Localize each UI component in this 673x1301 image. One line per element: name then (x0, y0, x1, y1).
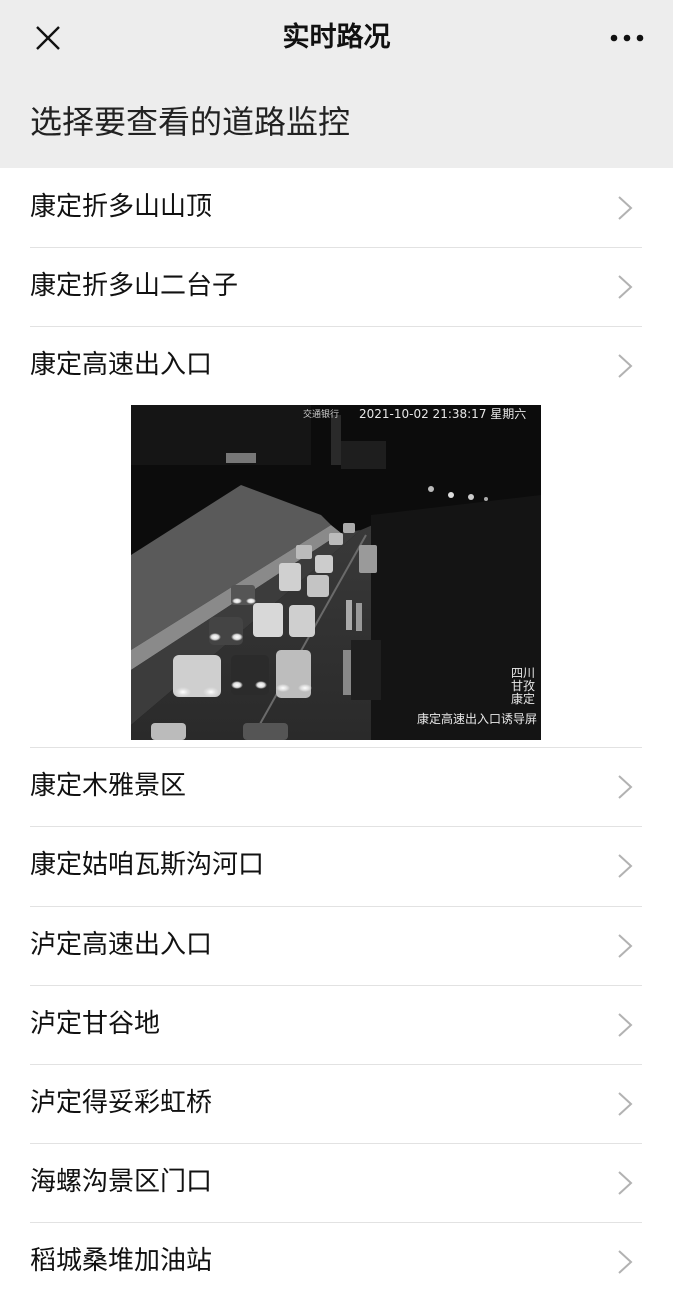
road-item-kangding-muya[interactable]: 康定木雅景区 (30, 747, 642, 826)
road-item-kangding-zheduoshan-ertaizi[interactable]: 康定折多山二台子 (30, 247, 642, 326)
close-icon (36, 26, 60, 50)
chevron-right-icon (618, 1092, 633, 1116)
page-title: 实时路况 (282, 22, 391, 53)
chevron-right-icon (618, 1250, 633, 1274)
chevron-right-icon (618, 275, 633, 299)
chevron-right-icon (618, 1013, 633, 1037)
road-item-label: 康定折多山山顶 (30, 192, 213, 222)
chevron-right-icon (618, 934, 633, 958)
more-dots-icon (610, 34, 644, 42)
camera-timestamp: 2021-10-02 21:38:17 星期六 (359, 407, 527, 421)
road-item-kangding-guzan[interactable]: 康定姑咱瓦斯沟河口 (30, 826, 642, 905)
chevron-right-icon (618, 854, 633, 878)
camera-region-label: 四川 甘孜 康定 (511, 667, 535, 706)
section-header: 选择要查看的道路监控 (0, 76, 673, 168)
top-bar: 实时路况 (0, 0, 673, 76)
chevron-right-icon (618, 196, 633, 220)
road-item-label: 泸定高速出入口 (30, 930, 213, 960)
road-item-label: 康定姑咱瓦斯沟河口 (30, 850, 265, 880)
more-button[interactable] (601, 18, 653, 58)
traffic-camera-image[interactable]: 交通银行 2021-10-02 21:38:17 星期六 四川 甘孜 康定 康定… (131, 405, 541, 740)
road-item-luding-detuo-rainbow-bridge[interactable]: 泸定得妥彩虹桥 (30, 1064, 642, 1143)
road-item-label: 康定木雅景区 (30, 771, 187, 801)
road-item-hailuogou-gate[interactable]: 海螺沟景区门口 (30, 1143, 642, 1222)
chevron-right-icon (618, 354, 633, 378)
road-item-kangding-expressway-exit[interactable]: 康定高速出入口 (30, 326, 642, 405)
road-item-kangding-zheduoshan-summit[interactable]: 康定折多山山顶 (30, 168, 642, 247)
close-button[interactable] (24, 18, 72, 58)
road-item-label: 海螺沟景区门口 (30, 1167, 213, 1197)
road-item-label: 泸定得妥彩虹桥 (30, 1088, 213, 1118)
section-header-text: 选择要查看的道路监控 (30, 103, 351, 141)
road-item-label: 泸定甘谷地 (30, 1009, 161, 1039)
chevron-right-icon (618, 1171, 633, 1195)
road-item-luding-expressway-exit[interactable]: 泸定高速出入口 (30, 906, 642, 985)
road-item-label: 稻城桑堆加油站 (30, 1246, 213, 1276)
camera-logo: 交通银行 (303, 410, 340, 420)
camera-caption: 康定高速出入口诱导屏 (416, 712, 537, 726)
road-item-label: 康定折多山二台子 (30, 271, 239, 301)
traffic-scene (131, 405, 541, 740)
chevron-right-icon (618, 775, 633, 799)
camera-region-line: 康定 (511, 692, 536, 706)
road-item-luding-gangudi[interactable]: 泸定甘谷地 (30, 985, 642, 1064)
road-item-daocheng-sangdui-gas-station[interactable]: 稻城桑堆加油站 (30, 1222, 642, 1301)
road-item-label: 康定高速出入口 (30, 350, 213, 380)
